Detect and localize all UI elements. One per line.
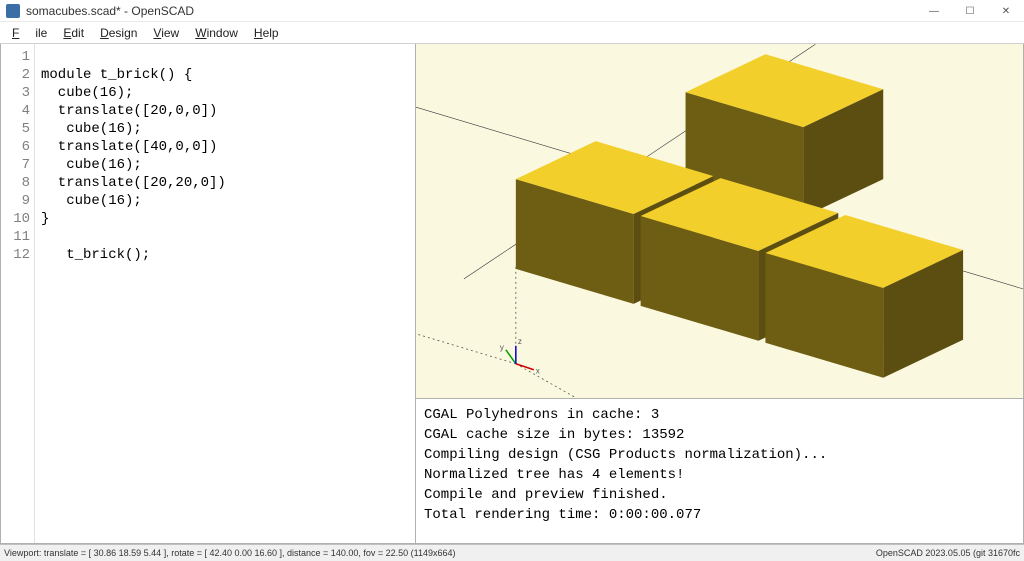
minimize-button[interactable]: — (916, 0, 952, 22)
3d-viewport[interactable]: x y z (416, 44, 1023, 398)
console-line: CGAL Polyhedrons in cache: 3 (424, 407, 659, 423)
window-title: somacubes.scad* - OpenSCAD (26, 4, 194, 18)
menu-file[interactable]: File (4, 26, 55, 40)
menu-window[interactable]: Window (187, 26, 246, 40)
line-number: 3 (1, 84, 30, 102)
status-left: Viewport: translate = [ 30.86 18.59 5.44… (4, 548, 456, 558)
line-number: 6 (1, 138, 30, 156)
line-number: 1 (1, 48, 30, 66)
line-number: 7 (1, 156, 30, 174)
code-line: module t_brick() { (41, 67, 192, 83)
close-button[interactable]: ✕ (988, 0, 1024, 22)
menu-bar: File Edit Design View Window Help (0, 22, 1024, 44)
menu-edit[interactable]: Edit (55, 26, 92, 40)
menu-design[interactable]: Design (92, 26, 145, 40)
line-number: 12 (1, 246, 30, 264)
code-line: translate([20,0,0]) (41, 103, 217, 119)
line-number: 11 (1, 228, 30, 246)
code-line: cube(16); (41, 121, 142, 137)
window-controls: — ☐ ✕ (916, 0, 1024, 22)
console-line: Normalized tree has 4 elements! (424, 467, 684, 483)
line-number: 10 (1, 210, 30, 228)
menu-help[interactable]: Help (246, 26, 287, 40)
cube-front-3 (765, 215, 963, 378)
console-line: Compiling design (CSG Products normaliza… (424, 447, 827, 463)
console-line: CGAL cache size in bytes: 13592 (424, 427, 684, 443)
console-line: Compile and preview finished. (424, 487, 668, 503)
right-pane: x y z (416, 44, 1024, 544)
line-number: 2 (1, 66, 30, 84)
code-line: cube(16); (41, 85, 133, 101)
app-icon (6, 4, 20, 18)
code-area[interactable]: module t_brick() { cube(16); translate([… (35, 44, 415, 543)
line-number: 9 (1, 192, 30, 210)
code-line: t_brick(); (41, 247, 150, 263)
line-number: 4 (1, 102, 30, 120)
3d-scene: x y z (416, 44, 1023, 398)
title-bar: somacubes.scad* - OpenSCAD — ☐ ✕ (0, 0, 1024, 22)
work-area: 1 2 3 4 5 6 7 8 9 10 11 12 module t_bric… (0, 44, 1024, 544)
maximize-button[interactable]: ☐ (952, 0, 988, 22)
line-number: 5 (1, 120, 30, 138)
line-number-gutter: 1 2 3 4 5 6 7 8 9 10 11 12 (1, 44, 35, 543)
axis-y-label: y (500, 343, 504, 352)
axis-z-label: z (518, 337, 522, 346)
code-line: translate([20,20,0]) (41, 175, 226, 191)
code-line: translate([40,0,0]) (41, 139, 217, 155)
status-bar: Viewport: translate = [ 30.86 18.59 5.44… (0, 544, 1024, 561)
code-editor[interactable]: 1 2 3 4 5 6 7 8 9 10 11 12 module t_bric… (0, 44, 416, 544)
code-line: cube(16); (41, 193, 142, 209)
console-output[interactable]: CGAL Polyhedrons in cache: 3 CGAL cache … (416, 398, 1023, 544)
menu-view[interactable]: View (145, 26, 187, 40)
status-right: OpenSCAD 2023.05.05 (git 31670fc (876, 548, 1020, 558)
code-line: } (41, 211, 49, 227)
axis-x-label: x (536, 367, 540, 376)
code-line: cube(16); (41, 157, 142, 173)
viewport-background: x y z (416, 44, 1023, 398)
console-line: Total rendering time: 0:00:00.077 (424, 507, 701, 523)
line-number: 8 (1, 174, 30, 192)
